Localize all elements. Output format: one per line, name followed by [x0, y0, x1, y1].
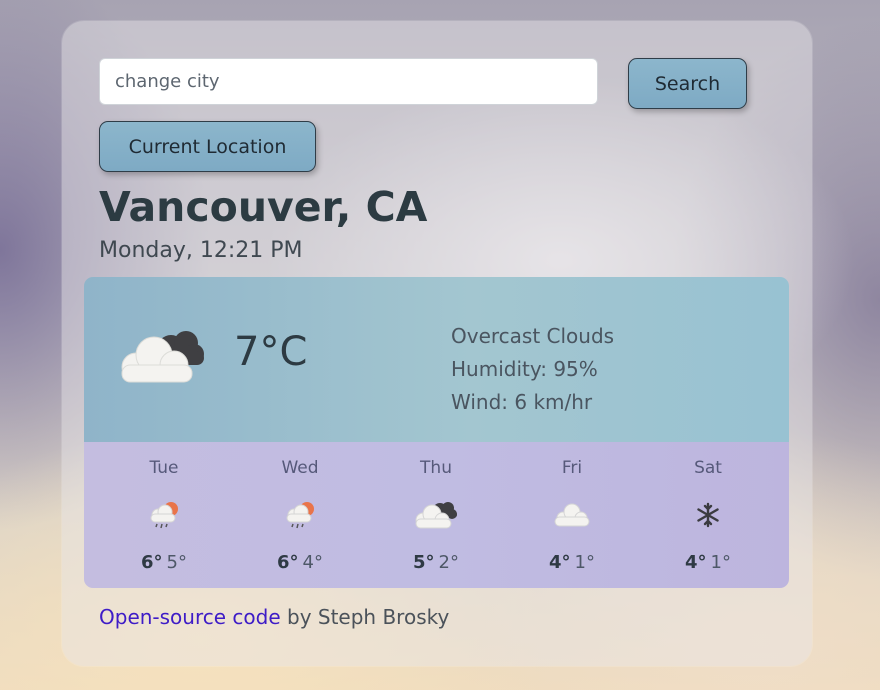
snowflake-icon [693, 498, 723, 536]
forecast-high: 4° [549, 552, 571, 573]
current-weather-panel: 7°C Overcast Clouds Humidity: 95% Wind: … [84, 277, 789, 442]
forecast-day-name: Fri [561, 458, 583, 478]
search-button[interactable]: Search [628, 58, 747, 109]
forecast-temps: 6° 4° [232, 552, 368, 573]
sun-rain-cloud-icon [147, 498, 181, 536]
footer-author: by Steph Brosky [280, 605, 450, 629]
forecast-high: 6° [277, 552, 299, 573]
forecast-temps: 5° 2° [368, 552, 504, 573]
date-time: Monday, 12:21 PM [99, 238, 303, 263]
temperature-value: 7 [234, 329, 260, 375]
forecast-day: Thu 5° 2° [368, 442, 504, 588]
current-details: Overcast Clouds Humidity: 95% Wind: 6 km… [451, 320, 614, 419]
forecast-day: Tue 6° 5° [96, 442, 232, 588]
footer: Open-source code by Steph Brosky [99, 605, 449, 629]
temperature-unit: °C [259, 329, 308, 375]
forecast-day: Fri 4° 1° [504, 442, 640, 588]
forecast-low: 1° [574, 552, 595, 573]
forecast-day: Wed 6° 4° [232, 442, 368, 588]
forecast-low: 1° [710, 552, 731, 573]
dark-clouds-icon [413, 498, 459, 536]
city-name: Vancouver, CA [99, 183, 428, 231]
forecast-day: Sat 4° 1° [640, 442, 776, 588]
current-temperature: 7°C [234, 329, 307, 375]
cloud-icon [552, 498, 592, 536]
overcast-clouds-icon [116, 327, 208, 391]
search-input[interactable] [99, 58, 598, 105]
forecast-day-name: Thu [420, 458, 452, 478]
humidity: Humidity: 95% [451, 357, 598, 381]
source-code-link[interactable]: Open-source code [99, 605, 281, 629]
forecast-temps: 4° 1° [640, 552, 776, 573]
forecast-temps: 6° 5° [96, 552, 232, 573]
forecast-high: 6° [141, 552, 163, 573]
forecast-day-name: Tue [149, 458, 179, 478]
forecast-panel: Tue 6° 5° Wed 6° 4° Thu 5° 2° Fri 4° 1° … [84, 442, 789, 588]
weather-card: Search Current Location Vancouver, CA Mo… [62, 21, 812, 666]
sun-rain-cloud-icon [283, 498, 317, 536]
forecast-low: 4° [302, 552, 323, 573]
forecast-temps: 4° 1° [504, 552, 640, 573]
wind: Wind: 6 km/hr [451, 390, 593, 414]
forecast-day-name: Sat [694, 458, 722, 478]
weather-description: Overcast Clouds [451, 324, 615, 348]
current-location-button[interactable]: Current Location [99, 121, 316, 172]
forecast-low: 2° [438, 552, 459, 573]
forecast-high: 5° [413, 552, 435, 573]
forecast-low: 5° [166, 552, 187, 573]
forecast-day-name: Wed [281, 458, 319, 478]
forecast-high: 4° [685, 552, 707, 573]
